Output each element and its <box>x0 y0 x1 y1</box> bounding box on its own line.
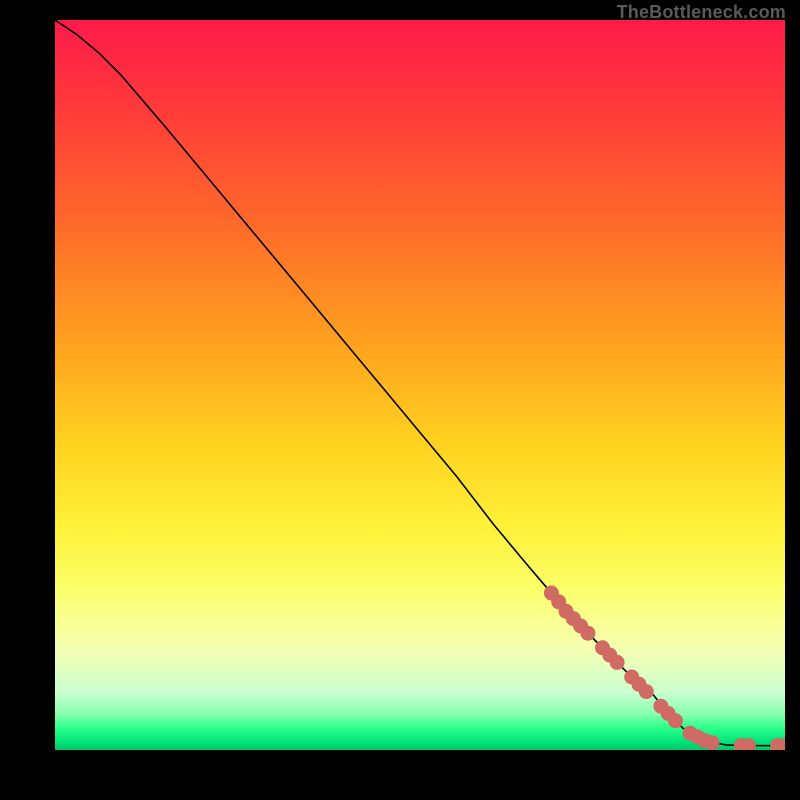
plot-area <box>55 20 785 750</box>
data-point <box>610 655 625 670</box>
data-point <box>705 735 720 750</box>
data-point <box>580 626 595 641</box>
data-point <box>639 684 654 699</box>
data-point <box>668 713 683 728</box>
curve-line <box>55 20 785 746</box>
chart-overlay <box>55 20 785 750</box>
marker-group <box>544 586 785 750</box>
chart-stage: TheBottleneck.com <box>0 0 800 800</box>
